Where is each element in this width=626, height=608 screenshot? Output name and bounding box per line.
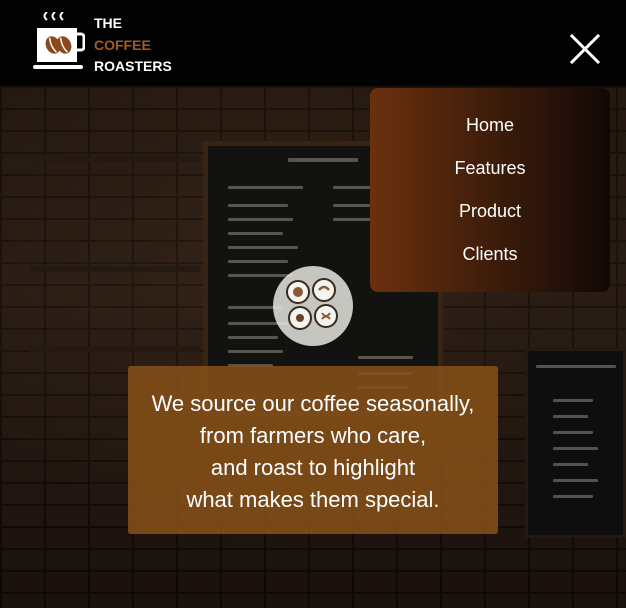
- coffee-cups-badge-icon: [273, 266, 353, 346]
- top-header: THE COFFEE ROASTERS: [0, 0, 626, 86]
- dropdown-nav-menu: Home Features Product Clients: [370, 88, 610, 292]
- coffee-cup-logo-icon[interactable]: [33, 11, 86, 72]
- mission-line: from farmers who care,: [199, 423, 427, 448]
- close-menu-button[interactable]: [568, 32, 602, 66]
- brand-name[interactable]: THE COFFEE ROASTERS: [94, 13, 172, 78]
- menu-item-clients[interactable]: Clients: [370, 244, 610, 265]
- brand-line-the: THE: [94, 15, 122, 31]
- menu-item-features[interactable]: Features: [370, 158, 610, 179]
- menu-item-product[interactable]: Product: [370, 201, 610, 222]
- brand-line-coffee: COFFEE: [94, 36, 151, 53]
- mission-statement-box: We source our coffee seasonally, from fa…: [128, 366, 498, 534]
- mission-line: and roast to highlight: [210, 455, 416, 480]
- mission-line: We source our coffee seasonally,: [151, 391, 475, 416]
- mission-line: what makes them special.: [186, 487, 440, 512]
- brand-line-roasters: ROASTERS: [94, 58, 172, 74]
- menu-item-home[interactable]: Home: [370, 115, 610, 136]
- close-x-icon: [569, 33, 601, 65]
